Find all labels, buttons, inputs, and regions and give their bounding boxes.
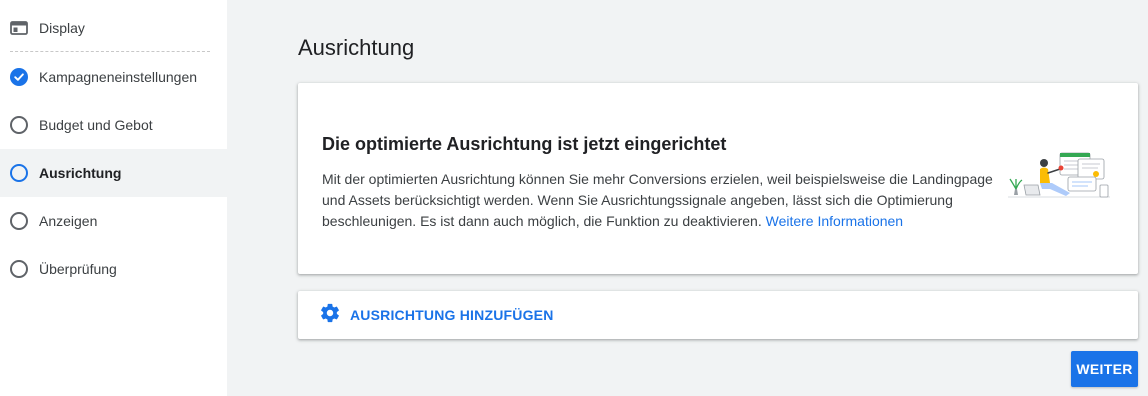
check-circle-icon — [10, 68, 28, 86]
info-card: Die optimierte Ausrichtung ist jetzt ein… — [298, 83, 1138, 274]
info-card-text: Mit der optimierten Ausrichtung können S… — [322, 169, 1012, 232]
targeting-illustration — [1004, 149, 1114, 209]
sidebar-item-ueberpruefung[interactable]: Überprüfung — [0, 245, 227, 293]
empty-circle-icon — [10, 260, 28, 278]
sidebar-item-anzeigen[interactable]: Anzeigen — [0, 197, 227, 245]
sidebar-item-label: Ausrichtung — [39, 165, 122, 181]
sidebar-item-label: Überprüfung — [39, 261, 117, 277]
add-targeting-label: AUSRICHTUNG HINZUFÜGEN — [350, 307, 554, 323]
empty-circle-icon — [10, 212, 28, 230]
sidebar-item-budget-und-gebot[interactable]: Budget und Gebot — [0, 101, 227, 149]
sidebar-item-label: Anzeigen — [39, 213, 98, 229]
gear-icon — [319, 302, 341, 329]
sidebar: Display Kampagneneinstellungen Budget un… — [0, 0, 227, 396]
learn-more-link[interactable]: Weitere Informationen — [766, 213, 903, 229]
empty-circle-icon — [10, 164, 28, 182]
empty-circle-icon — [10, 116, 28, 134]
info-card-title: Die optimierte Ausrichtung ist jetzt ein… — [322, 134, 727, 154]
sidebar-item-ausrichtung[interactable]: Ausrichtung — [0, 149, 227, 197]
sidebar-item-label: Budget und Gebot — [39, 117, 153, 133]
display-icon — [10, 19, 28, 37]
sidebar-item-label: Display — [39, 20, 85, 36]
sidebar-item-label: Kampagneneinstellungen — [39, 69, 198, 85]
sidebar-item-kampagneneinstellungen[interactable]: Kampagneneinstellungen — [0, 53, 227, 101]
sidebar-item-display[interactable]: Display — [0, 4, 227, 52]
add-targeting-button[interactable]: AUSRICHTUNG HINZUFÜGEN — [298, 291, 1138, 339]
sidebar-divider — [10, 51, 210, 52]
next-button[interactable]: WEITER — [1071, 351, 1138, 387]
page-title: Ausrichtung — [298, 35, 415, 60]
